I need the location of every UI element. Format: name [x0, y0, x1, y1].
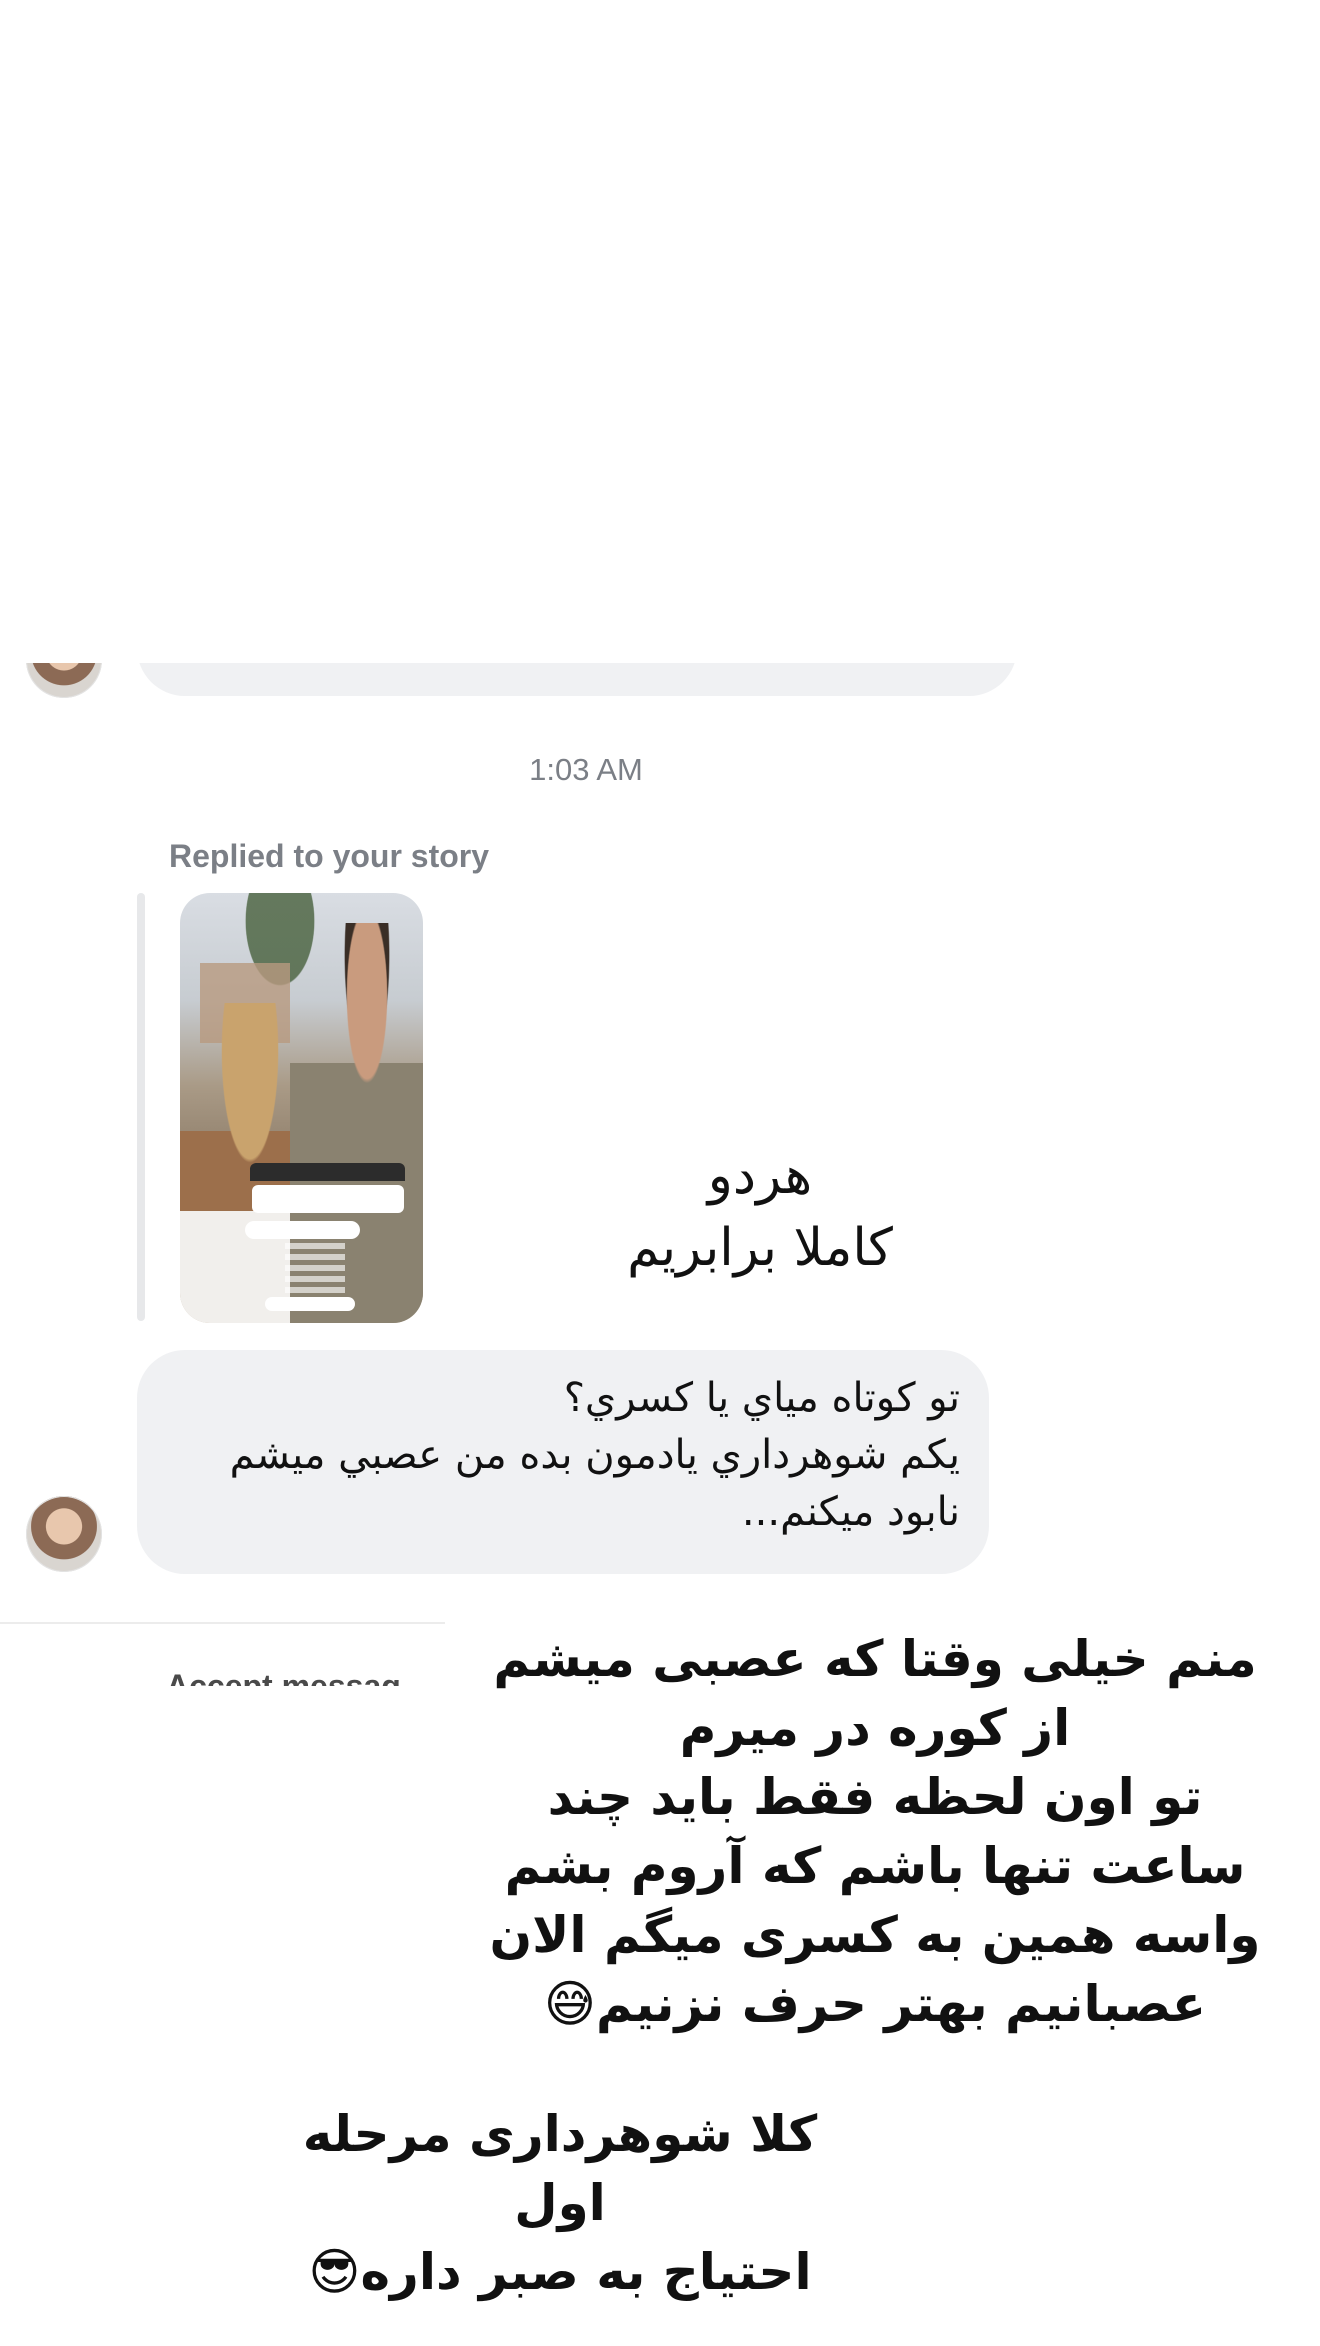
overlay-caption-bottom: منم خیلی وقتا که عصبی میشم از کوره در می… — [489, 1630, 1261, 2033]
replied-to-story-label: Replied to your story — [169, 838, 490, 874]
sender-avatar[interactable] — [26, 1496, 102, 1572]
story-thumbnail[interactable] — [180, 893, 423, 1323]
message-timestamp: 1:03 AM — [529, 752, 643, 787]
accept-message-peek: Accept messag — [166, 1668, 401, 1686]
blank-top-area — [0, 0, 1320, 663]
story-reply-bar — [137, 893, 145, 1321]
divider — [0, 1622, 445, 1624]
message-text: تو کوتاه مياي يا کسري؟ يکم شوهرداري يادم… — [229, 1375, 960, 1535]
overlay-caption-final: کلا شوهرداری مرحله اول احتیاج به صبر دار… — [302, 2105, 818, 2301]
story-question-card — [245, 1163, 405, 1313]
overlay-caption-top: هردو کاملا برابریم — [627, 1146, 893, 1278]
